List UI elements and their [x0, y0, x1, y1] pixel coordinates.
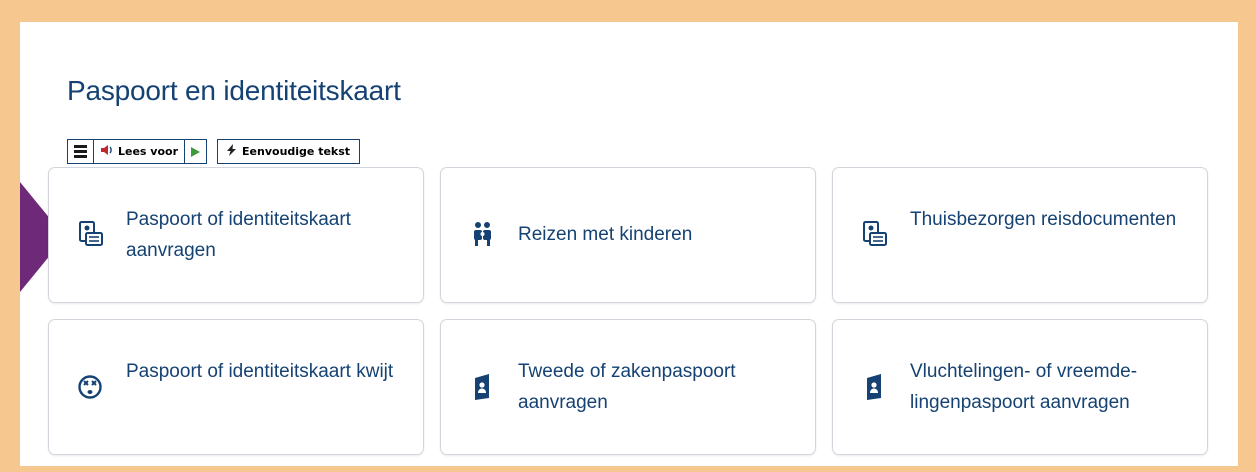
card-travel-children[interactable]: Reizen met kinderen	[440, 167, 816, 303]
passport-icon	[469, 372, 497, 402]
play-button[interactable]	[185, 140, 206, 163]
simple-text-button[interactable]: Eenvoudige tekst	[217, 139, 361, 164]
page-title: Paspoort en identiteitskaart	[67, 75, 401, 106]
read-aloud-button[interactable]: Lees voor	[94, 140, 186, 163]
card-refugee-passport[interactable]: Vluchtelingen- of vreemde-lingenpaspoort…	[832, 319, 1208, 455]
simple-text-label: Eenvoudige tekst	[242, 145, 351, 158]
card-passport-apply[interactable]: Paspoort of identiteitskaart aanvragen	[48, 167, 424, 303]
read-aloud-label: Lees voor	[118, 145, 179, 158]
card-label: Paspoort of identiteitskaart kwijt	[126, 361, 394, 382]
id-card-icon	[861, 220, 889, 250]
menu-button[interactable]	[68, 140, 94, 163]
play-icon	[191, 146, 201, 157]
speaker-icon	[100, 144, 114, 159]
card-label: Reizen met kinderen	[518, 224, 693, 245]
card-label: Paspoort of identiteitskaart aanvragen	[126, 209, 351, 261]
lightning-icon	[227, 144, 237, 159]
id-card-icon	[77, 220, 105, 250]
hamburger-icon	[74, 145, 87, 158]
family-icon	[469, 220, 497, 250]
content-panel: Paspoort en identiteitskaart Lees voor E…	[20, 22, 1238, 466]
card-passport-lost[interactable]: Paspoort of identiteitskaart kwijt	[48, 319, 424, 455]
read-aloud-group: Lees voor	[67, 139, 208, 164]
readspeaker-toolbar: Lees voor Eenvoudige tekst	[67, 139, 361, 164]
card-label: Thuisbezorgen reisdocumenten	[910, 209, 1177, 230]
card-label: Tweede of zakenpaspoort aanvragen	[518, 361, 736, 413]
card-second-passport[interactable]: Tweede of zakenpaspoort aanvragen	[440, 319, 816, 455]
lost-face-icon	[77, 372, 105, 402]
passport-icon	[861, 372, 889, 402]
card-label: Vluchtelingen- of vreemde-lingenpaspoort…	[910, 361, 1138, 413]
card-home-delivery[interactable]: Thuisbezorgen reisdocumenten	[832, 167, 1208, 303]
